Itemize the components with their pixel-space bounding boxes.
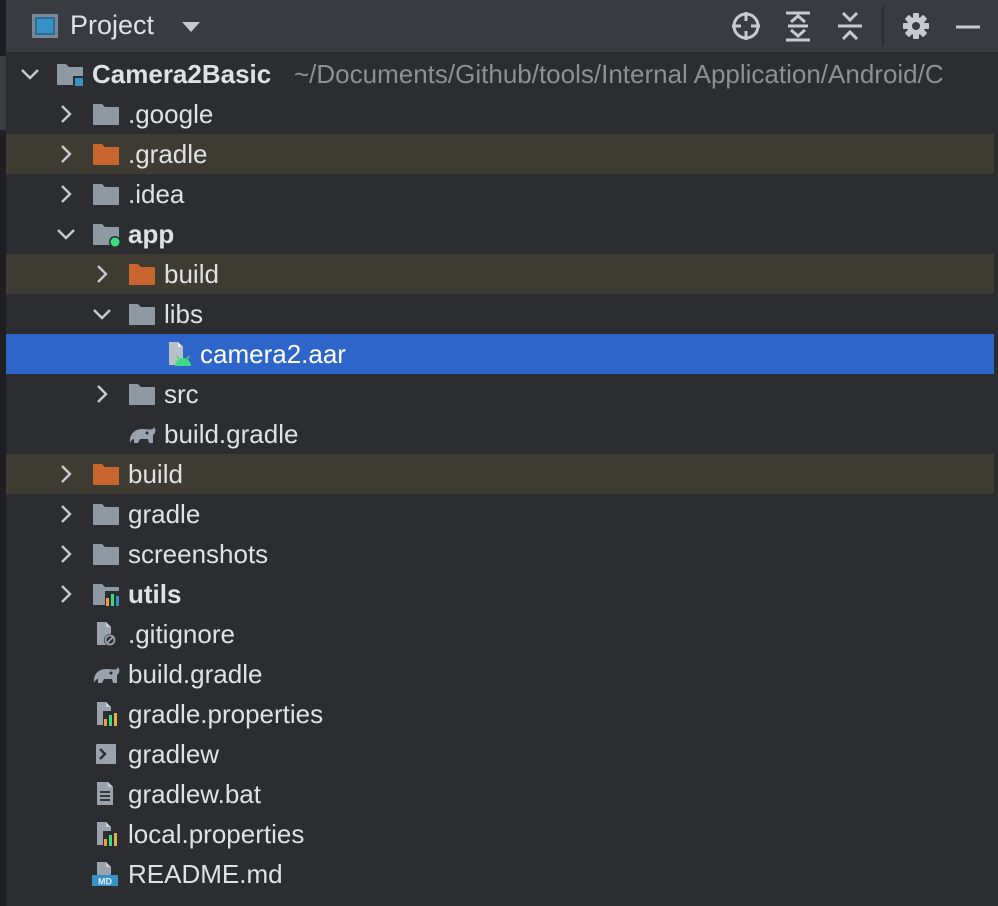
tree-item-label: README.md	[128, 859, 283, 889]
tree-row-build-gradle[interactable]: build.gradle	[6, 654, 994, 694]
android-archive-icon	[164, 341, 192, 367]
folder-icon	[92, 181, 120, 207]
markdown-file-icon: MD	[92, 861, 120, 887]
tree-item-label: .gradle	[128, 139, 208, 169]
excluded-folder-icon	[92, 141, 120, 167]
tree-row-libs[interactable]: libs	[6, 294, 994, 334]
text-file-icon	[92, 781, 120, 807]
tree-row-build[interactable]: build	[6, 454, 994, 494]
tree-item-label: gradlew.bat	[128, 779, 261, 809]
gitignore-file-icon	[92, 621, 120, 647]
tree-item-label: gradle.properties	[128, 699, 324, 729]
tree-item-label: .idea	[128, 179, 185, 209]
tree-row-gradlew[interactable]: gradlew	[6, 734, 994, 774]
tree-row-app-build-gradle[interactable]: build.gradle	[6, 414, 994, 454]
locate-icon[interactable]	[730, 10, 762, 42]
tree-row-idea[interactable]: .idea	[6, 174, 994, 214]
tree-row-local-properties[interactable]: local.properties	[6, 814, 994, 854]
gradle-elephant-icon	[90, 661, 120, 687]
tree-row-google[interactable]: .google	[6, 94, 994, 134]
chevron-right-icon[interactable]	[56, 544, 76, 564]
collapse-all-icon[interactable]	[834, 10, 866, 42]
excluded-folder-icon	[92, 461, 120, 487]
tree-item-label: src	[164, 379, 199, 409]
folder-icon	[92, 101, 120, 127]
tree-item-label: app	[128, 219, 175, 249]
chevron-right-icon[interactable]	[92, 264, 112, 284]
tree-row-utils[interactable]: utils	[6, 574, 994, 614]
tree-row-src[interactable]: src	[6, 374, 994, 414]
chevron-right-icon[interactable]	[56, 504, 76, 524]
tree-item-label: gradlew	[128, 739, 220, 769]
tree-item-label: build.gradle	[164, 419, 299, 449]
tree-item-label: gradle	[128, 499, 201, 529]
tree-item-label: Camera2Basic	[92, 59, 272, 89]
chevron-right-icon[interactable]	[56, 184, 76, 204]
chevron-down-icon[interactable]	[56, 224, 76, 244]
toolbar-separator	[882, 6, 884, 46]
tree-row-app[interactable]: app	[6, 214, 994, 254]
tree-row-gradle-properties[interactable]: gradle.properties	[6, 694, 994, 734]
tree-row-gitignore[interactable]: .gitignore	[6, 614, 994, 654]
tree-item-label: .gitignore	[128, 619, 235, 649]
tree-root-path: ~/Documents/Github/tools/Internal Applic…	[294, 59, 944, 89]
svg-text:MD: MD	[98, 877, 112, 887]
tree-row-app-build[interactable]: build	[6, 254, 994, 294]
minimize-icon[interactable]	[952, 10, 984, 42]
chevron-right-icon[interactable]	[56, 104, 76, 124]
tree-row-screenshots[interactable]: screenshots	[6, 534, 994, 574]
excluded-folder-icon	[128, 261, 156, 287]
chevron-right-icon[interactable]	[92, 384, 112, 404]
properties-file-icon	[92, 701, 120, 727]
module-folder-icon	[92, 221, 120, 247]
panel-title[interactable]: Project	[70, 10, 154, 41]
tree-row-gradle-dir[interactable]: .gradle	[6, 134, 994, 174]
shell-script-icon	[92, 741, 120, 767]
chevron-down-icon[interactable]	[92, 304, 112, 324]
chevron-right-icon[interactable]	[56, 464, 76, 484]
tree-item-label: camera2.aar	[200, 339, 346, 369]
tree-item-label: utils	[128, 579, 182, 609]
expand-all-icon[interactable]	[782, 10, 814, 42]
tree-item-label: local.properties	[128, 819, 305, 849]
tree-item-label: screenshots	[128, 539, 269, 569]
tree-row-readme[interactable]: MD README.md	[6, 854, 994, 894]
tree-item-label: build	[164, 259, 219, 289]
tree-row-gradlew-bat[interactable]: gradlew.bat	[6, 774, 994, 814]
view-dropdown-caret-icon[interactable]	[182, 22, 200, 32]
tree-row-gradle[interactable]: gradle	[6, 494, 994, 534]
chevron-right-icon[interactable]	[56, 144, 76, 164]
project-view-icon	[32, 14, 58, 38]
tree-row-camera2-aar[interactable]: camera2.aar	[6, 334, 994, 374]
project-panel-header: Project	[6, 0, 998, 53]
gradle-elephant-icon	[126, 421, 156, 447]
tree-item-label: build	[128, 459, 183, 489]
module-chart-folder-icon	[92, 581, 120, 607]
chevron-down-icon[interactable]	[20, 64, 40, 84]
folder-icon	[92, 501, 120, 527]
project-tree: Camera2Basic ~/Documents/Github/tools/In…	[6, 54, 998, 894]
properties-file-icon	[92, 821, 120, 847]
folder-icon	[128, 381, 156, 407]
tree-item-label: libs	[164, 299, 204, 329]
gear-icon[interactable]	[900, 10, 932, 42]
module-folder-icon	[56, 61, 84, 87]
folder-icon	[128, 301, 156, 327]
tree-row-camera2basic[interactable]: Camera2Basic ~/Documents/Github/tools/In…	[6, 54, 994, 94]
folder-icon	[92, 541, 120, 567]
tree-item-label: .google	[128, 99, 214, 129]
tree-item-label: build.gradle	[128, 659, 263, 689]
chevron-right-icon[interactable]	[56, 584, 76, 604]
